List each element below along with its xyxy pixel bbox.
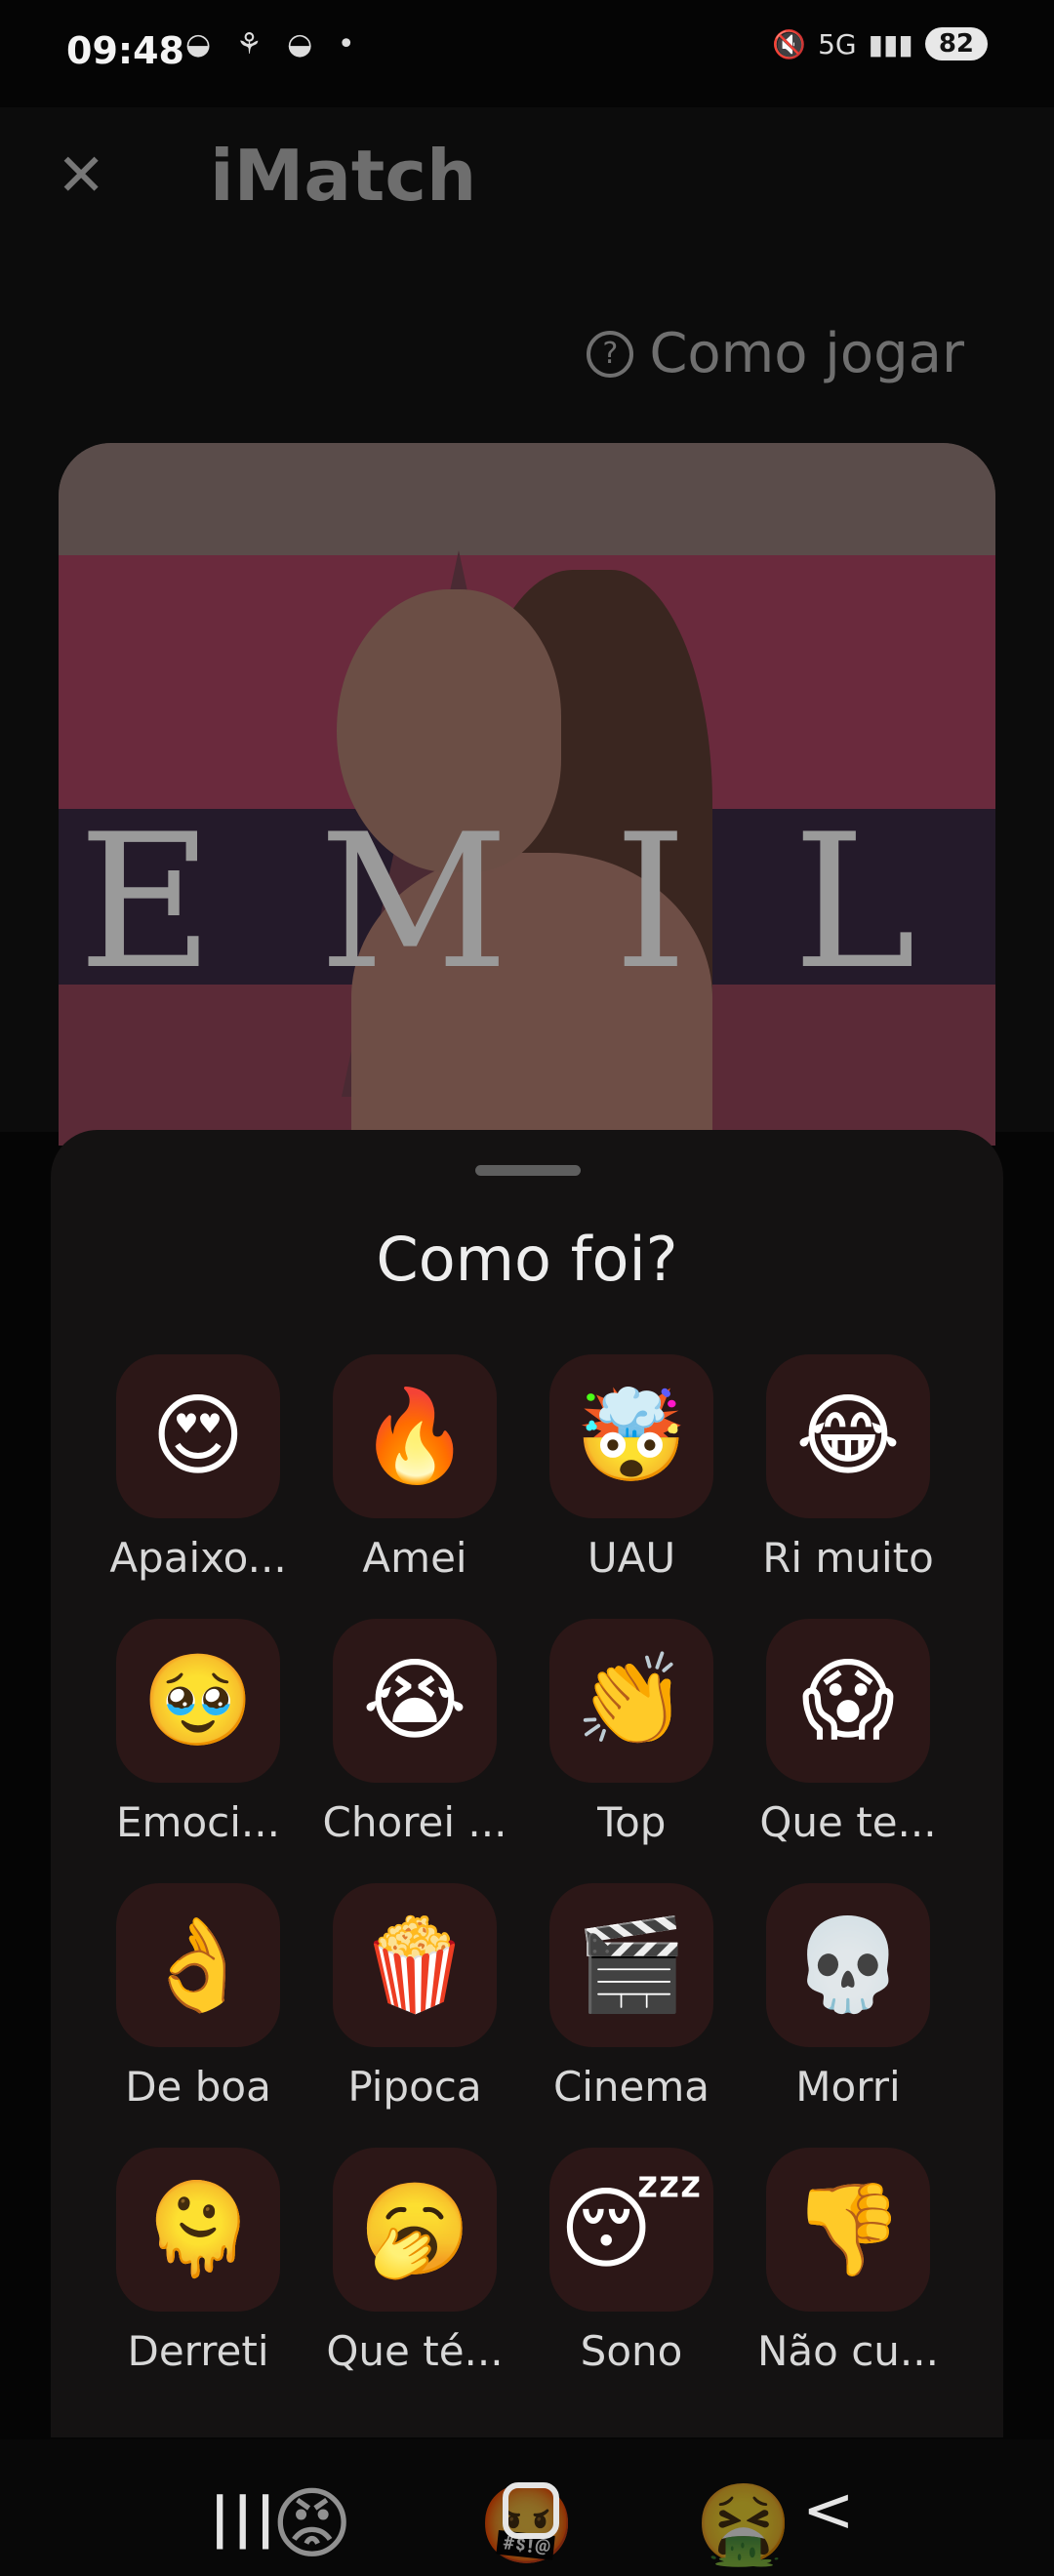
- reaction-label: Chorei ...: [322, 1798, 507, 1846]
- reaction-option[interactable]: 🎬 Cinema: [523, 1883, 740, 2111]
- sheet-title: Como foi?: [376, 1224, 678, 1295]
- status-bar: 09:48 ◒ ⚘ ◒ • 🔇 5G ▮▮▮ 82: [0, 0, 1054, 107]
- page-title: iMatch: [210, 135, 477, 217]
- reaction-sheet: Como foi? 😍 Apaixo... 🔥 Amei 🤯 UAU 😂 Ri muito 🥹 E…: [51, 1130, 1003, 2437]
- reaction-option[interactable]: 👏 Top: [523, 1619, 740, 1846]
- reaction-option[interactable]: 😍 Apaixo...: [90, 1354, 306, 1582]
- network-label: 5G: [818, 27, 857, 60]
- reaction-label: UAU: [587, 1534, 676, 1582]
- reaction-option[interactable]: 🤯 UAU: [523, 1354, 740, 1582]
- reaction-emoji-icon[interactable]: 👏: [549, 1619, 713, 1783]
- reaction-label: Ri muito: [762, 1534, 934, 1582]
- reaction-emoji-icon[interactable]: 🎬: [549, 1883, 713, 2047]
- reaction-option[interactable]: 🥹 Emoci...: [90, 1619, 306, 1846]
- reaction-emoji-icon[interactable]: 🥱: [333, 2148, 497, 2312]
- home-button[interactable]: [503, 2482, 559, 2539]
- sheet-drag-handle[interactable]: [475, 1165, 581, 1176]
- reaction-label: Emoci...: [116, 1798, 280, 1846]
- reaction-option[interactable]: 😭 Chorei ...: [306, 1619, 523, 1846]
- reaction-option[interactable]: 🫠 Derreti: [90, 2148, 306, 2375]
- reaction-label: Amei: [362, 1534, 467, 1582]
- poster-title-text: EMILY: [78, 794, 995, 1010]
- back-button[interactable]: <: [802, 2475, 855, 2547]
- reaction-emoji-icon[interactable]: 😴: [549, 2148, 713, 2312]
- how-to-play-label: Como jogar: [649, 322, 964, 385]
- movie-poster: EMILY: [59, 443, 995, 1146]
- reaction-option[interactable]: 👌 De boa: [90, 1883, 306, 2111]
- reaction-emoji-icon[interactable]: 👌: [116, 1883, 280, 2047]
- reaction-emoji-icon[interactable]: 🤯: [549, 1354, 713, 1518]
- reaction-option[interactable]: 😂 Ri muito: [740, 1354, 956, 1582]
- reaction-option[interactable]: 💀 Morri: [740, 1883, 956, 2111]
- reaction-label: Morri: [795, 2063, 901, 2111]
- how-to-play-link[interactable]: ? Como jogar: [587, 322, 964, 385]
- reaction-option[interactable]: 🥱 Que té...: [306, 2148, 523, 2375]
- reaction-option[interactable]: 😱 Que te...: [740, 1619, 956, 1846]
- reaction-option[interactable]: 🍿 Pipoca: [306, 1883, 523, 2111]
- signal-icon: ▮▮▮: [868, 27, 913, 60]
- reaction-emoji-icon[interactable]: 🥹: [116, 1619, 280, 1783]
- reaction-label: Sono: [580, 2327, 683, 2375]
- reaction-label: De boa: [125, 2063, 271, 2111]
- battery-icon: 82: [924, 27, 988, 60]
- reaction-emoji-icon[interactable]: 😂: [766, 1354, 930, 1518]
- reaction-label: Apaixo...: [109, 1534, 287, 1582]
- reaction-emoji-icon[interactable]: 😍: [116, 1354, 280, 1518]
- notification-icons: ◒ ⚘ ◒ •: [185, 27, 363, 61]
- reaction-label: Não cu...: [757, 2327, 939, 2375]
- reaction-label: Pipoca: [347, 2063, 482, 2111]
- reaction-label: Cinema: [552, 2063, 710, 2111]
- close-icon[interactable]: ✕: [57, 146, 105, 205]
- reaction-emoji-icon[interactable]: 🍿: [333, 1883, 497, 2047]
- reaction-emoji-icon[interactable]: 💀: [766, 1883, 930, 2047]
- reaction-label: Que te...: [759, 1798, 937, 1846]
- reaction-label: Derreti: [127, 2327, 269, 2375]
- reaction-emoji-icon[interactable]: 😱: [766, 1619, 930, 1783]
- reaction-emoji-icon[interactable]: 🔥: [333, 1354, 497, 1518]
- reaction-option[interactable]: 😴 Sono: [523, 2148, 740, 2375]
- reaction-grid: 😍 Apaixo... 🔥 Amei 🤯 UAU 😂 Ri muito 🥹 Emoci... 😭 Ch…: [90, 1354, 956, 2375]
- status-time: 09:48: [66, 29, 184, 72]
- reaction-emoji-icon[interactable]: 👎: [766, 2148, 930, 2312]
- help-icon: ?: [587, 330, 634, 378]
- reaction-option[interactable]: 👎 Não cu...: [740, 2148, 956, 2375]
- reaction-label: Top: [596, 1798, 667, 1846]
- reaction-emoji-icon[interactable]: 🫠: [116, 2148, 280, 2312]
- recent-apps-button[interactable]: |||: [210, 2486, 278, 2550]
- reaction-emoji-icon[interactable]: 😭: [333, 1619, 497, 1783]
- mute-icon: 🔇: [772, 27, 807, 60]
- reaction-label: Que té...: [326, 2327, 504, 2375]
- reaction-option[interactable]: 🔥 Amei: [306, 1354, 523, 1582]
- status-right: 🔇 5G ▮▮▮ 82: [772, 27, 988, 60]
